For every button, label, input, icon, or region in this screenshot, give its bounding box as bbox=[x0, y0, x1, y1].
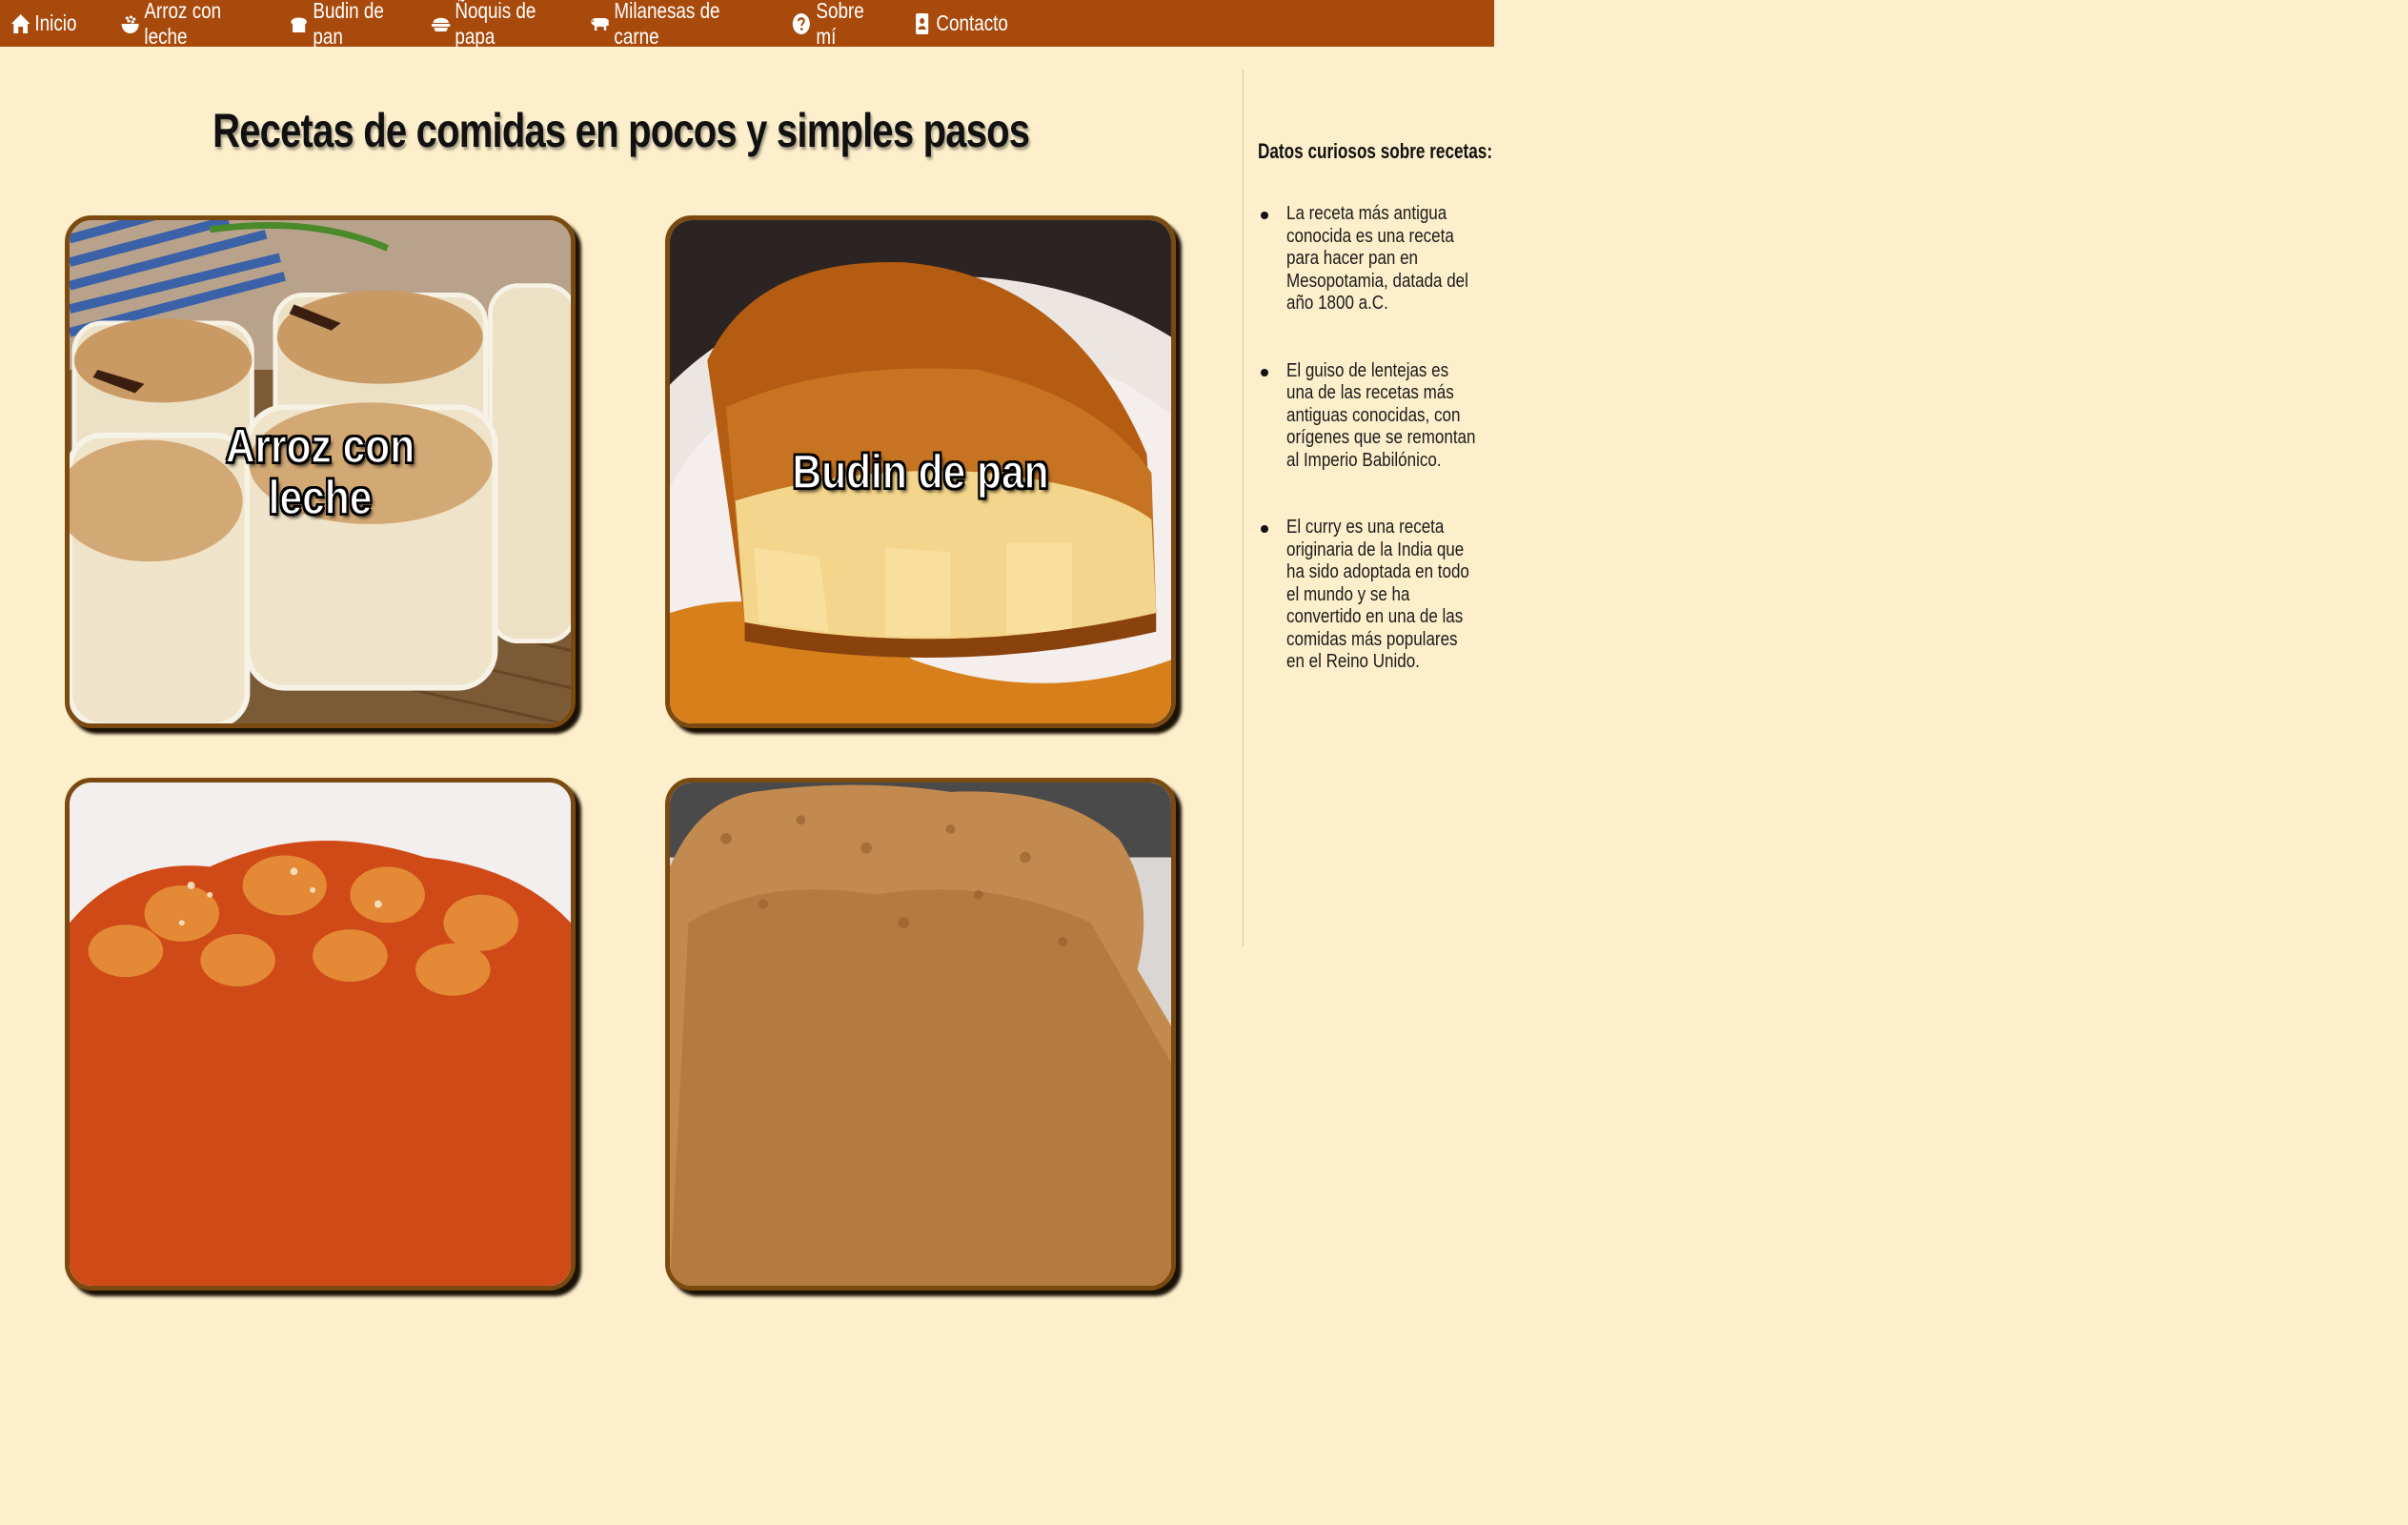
bullet-icon bbox=[1261, 212, 1268, 219]
page-title: Recetas de comidas en pocos y simples pa… bbox=[212, 104, 1030, 157]
nav-label: Milanesas de carne bbox=[614, 0, 720, 49]
recipe-card-budin-de-pan[interactable]: Budin de pan bbox=[665, 215, 1176, 728]
nav-label: Inicio bbox=[34, 10, 77, 35]
nav-item-arroz-con-leche[interactable]: Arroz con leche bbox=[120, 0, 245, 50]
contact-card-icon bbox=[916, 12, 929, 34]
bullet-icon bbox=[1261, 525, 1268, 533]
question-circle-icon bbox=[792, 12, 810, 34]
nav-label: Ñoquis de papa bbox=[455, 0, 536, 49]
milanesa-image bbox=[670, 783, 1171, 1286]
nav-item-contacto[interactable]: Contacto bbox=[912, 10, 1008, 36]
list-item: El curry es una receta originaria de la … bbox=[1258, 517, 1487, 674]
nav-label: Contacto bbox=[936, 10, 1008, 35]
gnocchi-image bbox=[70, 783, 571, 1286]
nav-label: Arroz con leche bbox=[144, 0, 222, 49]
recipe-card-noquis[interactable] bbox=[65, 778, 576, 1291]
recipe-card-arroz-con-leche[interactable]: Arroz con leche bbox=[65, 215, 576, 728]
nav-item-milanesas-de-carne[interactable]: Milanesas de carne bbox=[590, 0, 734, 50]
dish-icon bbox=[431, 17, 451, 31]
nav-item-budin-de-pan[interactable]: Budin de pan bbox=[289, 0, 392, 50]
nav-label: Sobre mí bbox=[816, 0, 864, 49]
bread-icon bbox=[291, 17, 307, 32]
nav-item-inicio[interactable]: Inicio bbox=[10, 10, 78, 36]
list-item: La receta más antigua conocida es una re… bbox=[1258, 203, 1487, 315]
card-title: Budin de pan bbox=[792, 445, 1049, 498]
recipe-card-milanesas[interactable] bbox=[665, 778, 1176, 1291]
sidebar-divider bbox=[1243, 70, 1244, 946]
nav-item-noquis-de-papa[interactable]: Ñoquis de papa bbox=[431, 0, 548, 50]
nav-item-sobre-mi[interactable]: Sobre mí bbox=[792, 0, 868, 50]
home-icon bbox=[10, 13, 30, 33]
rice-bowl-icon bbox=[121, 15, 139, 33]
aside-title: Datos curiosos sobre recetas: bbox=[1258, 139, 1493, 163]
cow-icon bbox=[591, 17, 609, 30]
bullet-icon bbox=[1261, 368, 1268, 376]
list-item: El guiso de lentejas es una de las recet… bbox=[1258, 360, 1487, 473]
top-navbar: Inicio Arroz con leche Budin de pan Ñoqu… bbox=[0, 0, 1494, 50]
curious-facts-list: La receta más antigua conocida es una re… bbox=[1258, 203, 1487, 719]
card-title: Arroz con leche bbox=[225, 419, 415, 524]
nav-label: Budin de pan bbox=[313, 0, 384, 49]
